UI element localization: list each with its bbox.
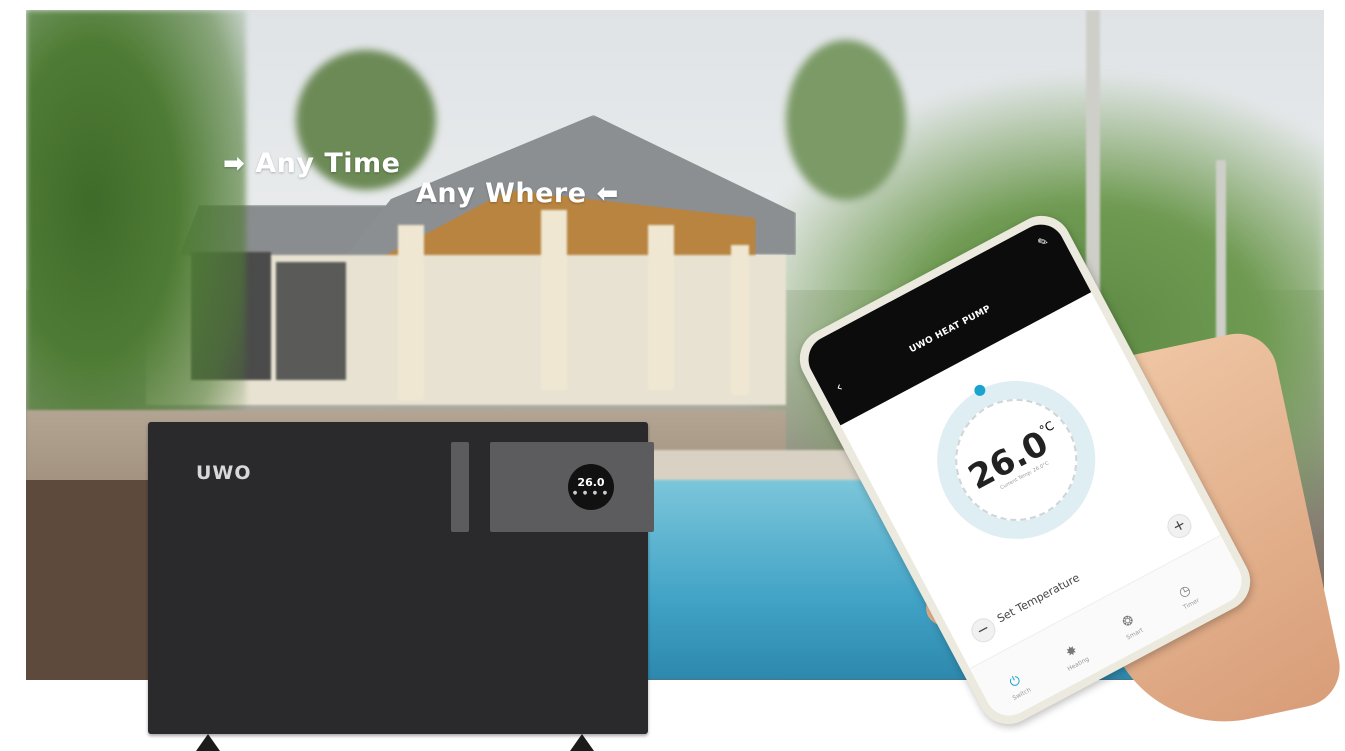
arrow-left-icon: ⬅: [596, 179, 619, 209]
arrow-right-icon: ➡: [223, 149, 246, 179]
dial-handle[interactable]: [972, 382, 988, 398]
house-window: [276, 262, 346, 380]
increase-button[interactable]: +: [1163, 509, 1196, 543]
tagline-any-where: Any Where ⬅: [416, 178, 619, 209]
unit-display[interactable]: 26.0 ● ● ● ●: [568, 464, 614, 510]
brand-logo: UWO: [196, 462, 252, 484]
dial-center: 26.0°C Current Temp: 26.0°C: [933, 377, 1099, 543]
unit-display-temp: 26.0: [577, 476, 605, 489]
tree-trunk: [1216, 160, 1226, 360]
tree-canopy: [786, 40, 906, 200]
porch-column: [648, 225, 674, 390]
nav-timer[interactable]: ◷ Timer: [1155, 571, 1220, 621]
porch-column: [731, 245, 749, 395]
tagline-any-where-text: Any Where: [416, 178, 587, 209]
nav-smart[interactable]: ❂ Smart: [1098, 601, 1163, 651]
unit-control-panel: 26.0 ● ● ● ●: [490, 442, 654, 532]
wood-fence: [26, 480, 156, 680]
heat-pump-unit: UWO 26.0 ● ● ● ●: [148, 422, 654, 734]
unit-vent-slot: [451, 442, 469, 532]
unit-display-buttons: ● ● ● ●: [572, 490, 610, 496]
tagline-any-time-text: Any Time: [255, 148, 401, 179]
tagline-any-time: ➡ Any Time: [223, 148, 400, 179]
unit-leg: [570, 734, 594, 751]
temperature-dial[interactable]: 26.0°C Current Temp: 26.0°C: [909, 353, 1124, 567]
porch-column: [541, 210, 567, 390]
edit-icon[interactable]: ✎: [1035, 233, 1050, 250]
nav-heating[interactable]: ✸ Heating: [1042, 631, 1107, 681]
unit-leg: [196, 734, 220, 751]
porch-column: [398, 225, 424, 400]
nav-switch[interactable]: ⏻ Switch: [985, 661, 1050, 711]
decrease-button[interactable]: −: [967, 614, 1000, 647]
